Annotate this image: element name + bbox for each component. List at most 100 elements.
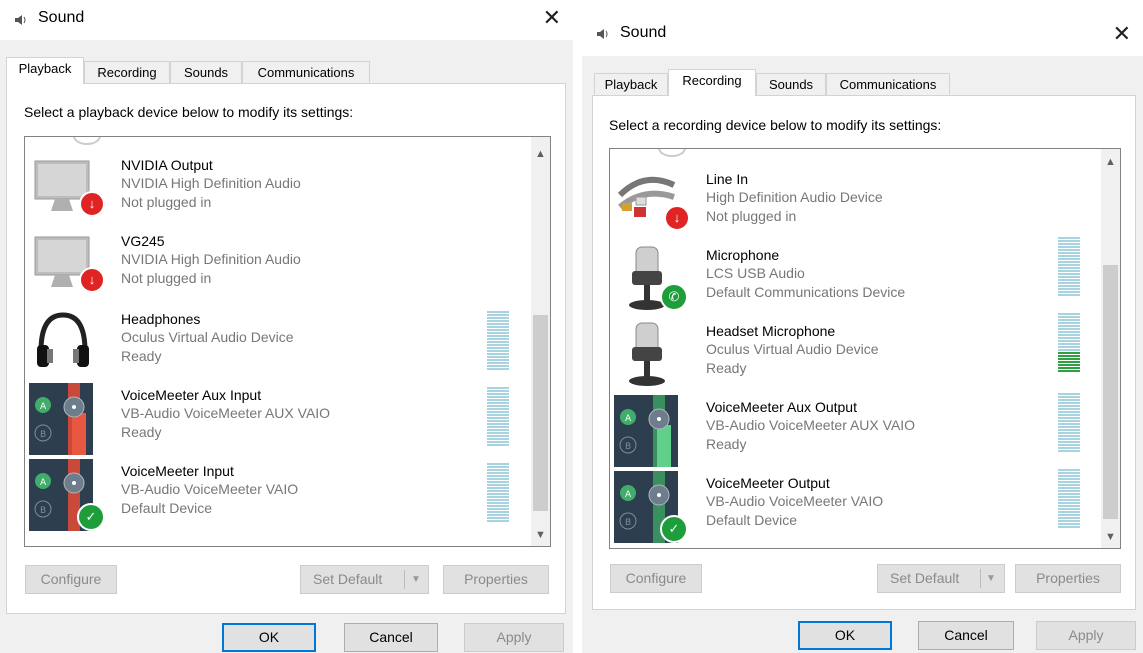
properties-button[interactable]: Properties: [1015, 564, 1121, 593]
device-status: Not plugged in: [706, 208, 797, 224]
voicemeeter-icon: A B: [614, 395, 678, 467]
device-name: VoiceMeeter Output: [706, 475, 830, 491]
device-item[interactable]: ↓ Line In High Definition Audio Device N…: [614, 167, 1094, 241]
tab-recording[interactable]: Recording: [668, 69, 756, 96]
device-status: Ready: [121, 348, 162, 364]
scroll-down-icon[interactable]: ▼: [1101, 528, 1120, 546]
device-driver: High Definition Audio Device: [706, 189, 883, 205]
default-check-badge-icon: ✓: [77, 503, 105, 531]
device-status: Default Device: [121, 500, 213, 516]
tab-playback[interactable]: Playback: [594, 73, 668, 95]
svg-text:A: A: [40, 402, 47, 412]
speaker-icon: [15, 15, 26, 25]
ok-button[interactable]: OK: [798, 621, 892, 650]
device-name: Line In: [706, 171, 749, 187]
default-check-badge-icon: ✓: [660, 515, 688, 543]
device-item[interactable]: ↓ VG245 NVIDIA High Definition Audio Not…: [29, 229, 529, 303]
apply-button[interactable]: Apply: [464, 623, 564, 652]
properties-button[interactable]: Properties: [443, 565, 549, 594]
vertical-scrollbar[interactable]: ▲ ▼: [531, 137, 550, 546]
instruction-text: Select a recording device below to modif…: [609, 117, 942, 133]
svg-text:B: B: [40, 430, 46, 440]
set-default-label: Set Default: [890, 570, 960, 586]
scroll-thumb[interactable]: [533, 315, 548, 511]
device-status: Default Device: [706, 512, 798, 528]
speaker-icon: [597, 29, 608, 39]
level-meter: [487, 311, 509, 371]
scroll-thumb[interactable]: [1103, 265, 1118, 519]
tab-communications[interactable]: Communications: [242, 61, 370, 83]
svg-text:A: A: [625, 490, 632, 500]
tab-sounds[interactable]: Sounds: [756, 73, 826, 95]
tab-communications[interactable]: Communications: [826, 73, 950, 95]
dialog-gap: [573, 0, 582, 653]
svg-text:B: B: [40, 506, 46, 516]
device-name: Microphone: [706, 247, 780, 263]
device-driver: VB-Audio VoiceMeeter VAIO: [706, 493, 884, 509]
tab-panel: Select a playback device below to modify…: [6, 83, 566, 614]
level-meter: [487, 463, 509, 523]
tab-strip: Playback Recording Sounds Communications: [6, 57, 386, 84]
voicemeeter-icon: A B: [29, 383, 93, 455]
unplugged-badge-icon: ↓: [79, 267, 105, 293]
device-item[interactable]: ✆ Microphone LCS USB Audio Default Commu…: [614, 237, 1094, 317]
device-status: Default Communications Device: [706, 284, 906, 300]
device-item[interactable]: ↓ NVIDIA Output NVIDIA High Definition A…: [29, 153, 529, 227]
dropdown-arrow-icon[interactable]: ▼: [411, 566, 421, 593]
apply-button[interactable]: Apply: [1036, 621, 1136, 650]
microphone-icon: [629, 322, 665, 386]
device-name: NVIDIA Output: [121, 157, 213, 173]
tab-recording[interactable]: Recording: [84, 61, 170, 83]
dropdown-arrow-icon[interactable]: ▼: [986, 565, 996, 592]
set-default-button[interactable]: Set Default ▼: [877, 564, 1005, 593]
device-status: Ready: [706, 436, 747, 452]
cancel-button[interactable]: Cancel: [344, 623, 438, 652]
device-driver: VB-Audio VoiceMeeter AUX VAIO: [121, 405, 331, 421]
device-driver: NVIDIA High Definition Audio: [121, 251, 301, 267]
device-item[interactable]: Headphones Oculus Virtual Audio Device R…: [29, 307, 529, 381]
device-item[interactable]: A B VoiceMeeter Aux Input VB-Audio Voice…: [29, 383, 529, 457]
cancel-button[interactable]: Cancel: [918, 621, 1014, 650]
device-item[interactable]: Headset Microphone Oculus Virtual Audio …: [614, 313, 1094, 393]
scroll-up-icon[interactable]: ▲: [1101, 153, 1120, 171]
unplugged-badge-icon: ↓: [79, 191, 105, 217]
tab-sounds[interactable]: Sounds: [170, 61, 242, 83]
window-title: Sound: [620, 24, 667, 41]
ok-button[interactable]: OK: [222, 623, 316, 652]
set-default-button[interactable]: Set Default ▼: [300, 565, 429, 594]
title-bar: Sound ✕: [0, 0, 573, 40]
tab-playback[interactable]: Playback: [6, 57, 84, 84]
level-meter: [1058, 237, 1080, 297]
device-driver: VB-Audio VoiceMeeter VAIO: [121, 481, 299, 497]
instruction-text: Select a playback device below to modify…: [24, 104, 354, 120]
device-driver: NVIDIA High Definition Audio: [121, 175, 301, 191]
device-item[interactable]: A B ✓ VoiceMeeter Output VB-Audio VoiceM…: [614, 469, 1094, 545]
device-name: VG245: [121, 233, 165, 249]
headphones-icon: [37, 312, 89, 367]
device-driver: Oculus Virtual Audio Device: [121, 329, 294, 345]
device-name: VoiceMeeter Aux Input: [121, 387, 262, 403]
window-title: Sound: [38, 9, 85, 26]
level-meter: [1058, 469, 1080, 529]
scroll-up-icon[interactable]: ▲: [531, 145, 550, 163]
scroll-down-icon[interactable]: ▼: [531, 526, 550, 544]
close-button[interactable]: ✕: [1113, 20, 1131, 48]
device-status: Not plugged in: [121, 194, 212, 210]
device-list[interactable]: ↓ NVIDIA Output NVIDIA High Definition A…: [24, 136, 551, 547]
device-status: Not plugged in: [121, 270, 212, 286]
svg-text:A: A: [625, 414, 632, 424]
device-item[interactable]: A B VoiceMeeter Aux Output VB-Audio Voic…: [614, 393, 1094, 469]
configure-button[interactable]: Configure: [610, 564, 702, 593]
configure-button[interactable]: Configure: [25, 565, 117, 594]
vertical-scrollbar[interactable]: ▲ ▼: [1101, 149, 1120, 548]
svg-text:B: B: [625, 442, 631, 452]
device-name: VoiceMeeter Input: [121, 463, 234, 479]
close-button[interactable]: ✕: [543, 4, 561, 32]
phone-badge-icon: ✆: [660, 283, 688, 311]
device-item[interactable]: A B ✓ VoiceMeeter Input VB-Audio VoiceMe…: [29, 459, 529, 533]
device-driver: VB-Audio VoiceMeeter AUX VAIO: [706, 417, 916, 433]
tab-strip: Playback Recording Sounds Communications: [588, 69, 968, 96]
device-list[interactable]: ↓ Line In High Definition Audio Device N…: [609, 148, 1121, 549]
unplugged-badge-icon: ↓: [664, 205, 690, 231]
device-driver: Oculus Virtual Audio Device: [706, 341, 879, 357]
